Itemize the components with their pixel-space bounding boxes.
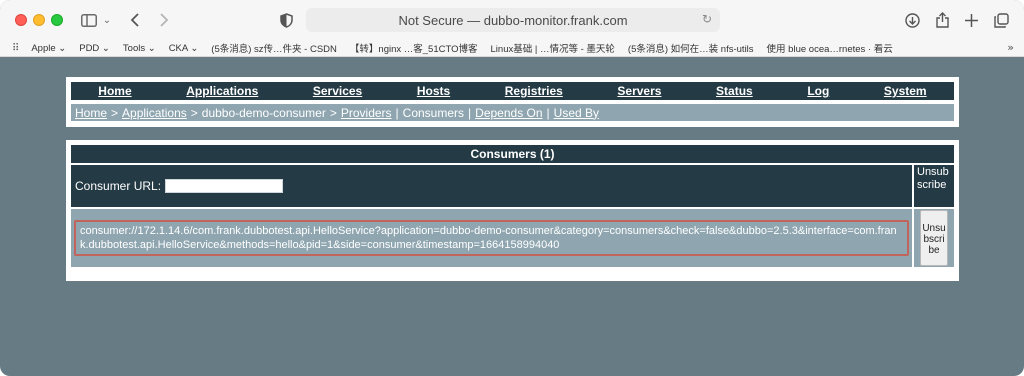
bookmark-item[interactable]: PDD ⌄ <box>79 43 110 54</box>
address-text: Not Secure — dubbo-monitor.frank.com <box>398 12 628 28</box>
table-row: consumer://172.1.14.6/com.frank.dubbotes… <box>71 209 954 267</box>
consumer-url-text: consumer://172.1.14.6/com.frank.dubbotes… <box>74 220 909 256</box>
address-bar[interactable]: Not Secure — dubbo-monitor.frank.com ↻ <box>306 8 720 32</box>
back-arrow-icon[interactable] <box>126 10 142 30</box>
tab-overview-icon[interactable] <box>990 10 1012 30</box>
bookmark-item[interactable]: 【转】nginx …客_51CTO博客 <box>350 41 478 55</box>
breadcrumb-application-name: dubbo-demo-consumer <box>201 105 326 120</box>
downloads-icon[interactable] <box>902 10 922 30</box>
zoom-window-icon[interactable] <box>51 14 63 26</box>
sidebar-toggle-icon[interactable] <box>78 10 100 30</box>
menu-home[interactable]: Home <box>98 84 131 98</box>
breadcrumb-separator: > <box>111 105 119 120</box>
bookmarks-grid-icon[interactable]: ⠿ <box>12 43 19 54</box>
used-by-link[interactable]: Used By <box>554 106 599 120</box>
unsubscribe-cell: Unsubscribe <box>914 209 954 267</box>
breadcrumb-pipe: | <box>395 105 399 120</box>
menu-services[interactable]: Services <box>313 84 362 98</box>
bookmark-item[interactable]: Linux基础 | …情况等 - 墨天轮 <box>491 41 615 55</box>
providers-link[interactable]: Providers <box>341 106 392 120</box>
title-bar: ⌄ Not Secure — dubbo-monitor.frank.com ↻ <box>0 0 1024 40</box>
consumer-url-header: Consumer URL: <box>71 165 912 207</box>
bookmark-item[interactable]: (5条消息) 如何在…装 nfs-utils <box>628 41 754 55</box>
breadcrumb-home-link[interactable]: Home <box>75 106 107 120</box>
bookmark-item[interactable]: Apple ⌄ <box>31 43 66 54</box>
consumer-url-filter-input[interactable] <box>165 179 284 193</box>
menu-hosts[interactable]: Hosts <box>417 84 450 98</box>
share-icon[interactable] <box>932 10 952 30</box>
consumers-current: Consumers <box>402 105 465 120</box>
bookmark-item[interactable]: CKA ⌄ <box>169 43 199 54</box>
breadcrumb: Home > Applications > dubbo-demo-consume… <box>71 104 954 121</box>
unsubscribe-button[interactable]: Unsubscribe <box>920 210 948 266</box>
menu-log[interactable]: Log <box>807 84 829 98</box>
breadcrumb-pipe: | <box>468 105 472 120</box>
main-menu: Home Applications Services Hosts Registr… <box>71 82 954 100</box>
breadcrumb-applications-link[interactable]: Applications <box>122 106 187 120</box>
new-tab-icon[interactable] <box>961 10 981 30</box>
breadcrumb-separator: > <box>190 105 198 120</box>
menu-registries[interactable]: Registries <box>505 84 563 98</box>
consumer-url-label: Consumer URL: <box>75 179 162 193</box>
forward-arrow-icon[interactable] <box>156 10 172 30</box>
menu-servers[interactable]: Servers <box>617 84 661 98</box>
reload-icon[interactable]: ↻ <box>702 12 712 26</box>
bookmark-item[interactable]: (5条消息) sz传…件夹 - CSDN <box>211 41 337 55</box>
minimize-window-icon[interactable] <box>33 14 45 26</box>
menu-system[interactable]: System <box>884 84 927 98</box>
close-window-icon[interactable] <box>15 14 27 26</box>
navigation-panel: Home Applications Services Hosts Registr… <box>66 77 959 127</box>
table-header-row: Consumer URL: Unsubscribe <box>71 165 954 207</box>
bookmark-item[interactable]: 使用 blue ocea…rnetes · 看云 <box>767 41 893 55</box>
consumer-url-cell: consumer://172.1.14.6/com.frank.dubbotes… <box>71 209 912 267</box>
chevron-down-icon[interactable]: ⌄ <box>101 10 113 30</box>
depends-on-link[interactable]: Depends On <box>475 106 542 120</box>
menu-status[interactable]: Status <box>716 84 753 98</box>
table-caption: Consumers (1) <box>71 145 954 163</box>
breadcrumb-pipe: | <box>546 105 550 120</box>
bookmark-item[interactable]: Tools ⌄ <box>123 43 156 54</box>
more-bookmarks-icon[interactable]: » <box>1007 41 1014 54</box>
bookmarks-bar: ⠿ Apple ⌄ PDD ⌄ Tools ⌄ CKA ⌄ (5条消息) sz传… <box>0 40 1024 57</box>
consumers-panel: Consumers (1) Consumer URL: Unsubscribe … <box>66 140 959 281</box>
breadcrumb-separator: > <box>329 105 337 120</box>
privacy-shield-icon[interactable] <box>277 10 295 30</box>
unsubscribe-column-header: Unsubscribe <box>914 165 954 207</box>
menu-applications[interactable]: Applications <box>186 84 258 98</box>
browser-window: ⌄ Not Secure — dubbo-monitor.frank.com ↻… <box>0 0 1024 376</box>
